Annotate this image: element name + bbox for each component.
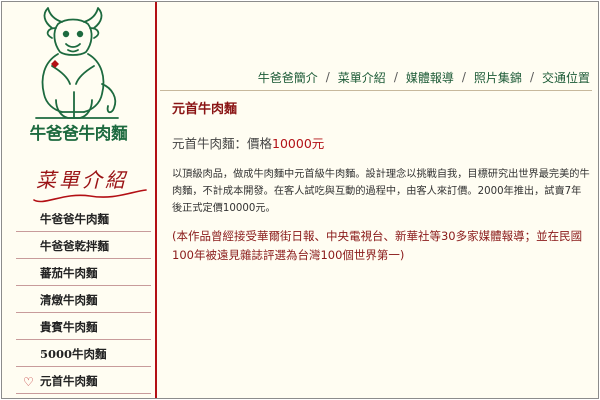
sidebar-item-niubaba-beef-noodle[interactable]: 牛爸爸牛肉麵 <box>16 207 151 232</box>
sidebar-item-label: 牛爸爸乾拌麵 <box>40 239 109 253</box>
sidebar: 牛爸爸牛肉麵 菜單介紹 牛爸爸牛肉麵 牛爸爸乾拌麵 蕃茄牛肉麵 清燉牛肉麵 貴賓… <box>2 2 157 398</box>
page-frame: 牛爸爸牛肉麵 菜單介紹 牛爸爸牛肉麵 牛爸爸乾拌麵 蕃茄牛肉麵 清燉牛肉麵 貴賓… <box>1 1 599 399</box>
press-note: (本作品曾經接受華爾街日報、中央電視台、新華社等30多家媒體報導；並在民國100… <box>172 229 583 263</box>
menu-section-heading: 菜單介紹 <box>30 164 150 204</box>
nav-item-photos[interactable]: 照片集錦 <box>474 69 522 86</box>
nav-item-about[interactable]: 牛爸爸簡介 <box>258 69 318 86</box>
sidebar-item-vip-beef-noodle[interactable]: 貴賓牛肉麵 <box>16 315 151 340</box>
nav-separator: / <box>325 70 330 84</box>
price-line: 元首牛肉麵：價格10000元 <box>172 133 590 152</box>
bull-logo-icon <box>35 7 119 119</box>
active-bullet-icon: ♡ <box>23 375 34 389</box>
sidebar-item-label: 蕃茄牛肉麵 <box>40 266 98 280</box>
nav-separator: / <box>461 70 466 84</box>
price-value: 10000元 <box>272 136 325 151</box>
sidebar-item-5000-beef-noodle[interactable]: 5000牛肉麵 <box>16 342 151 367</box>
product-description: 以頂級肉品，做成牛肉麵中元首級牛肉麵。設計理念以挑戰自我，目標研究出世界最完美的… <box>172 169 590 214</box>
price-label: 元首牛肉麵：價格 <box>172 136 273 151</box>
nav-item-menu[interactable]: 菜單介紹 <box>338 69 386 86</box>
nav-separator: / <box>393 70 398 84</box>
brand-logo[interactable]: 牛爸爸牛肉麵 <box>2 2 155 152</box>
main-content: 元首牛肉麵 元首牛肉麵：價格10000元 以頂級肉品，做成牛肉麵中元首級牛肉麵。… <box>172 98 590 277</box>
sidebar-item-label: 元首牛肉麵 <box>40 374 98 388</box>
nav-item-media[interactable]: 媒體報導 <box>406 69 454 86</box>
page-title: 元首牛肉麵 <box>172 102 238 117</box>
nav-separator: / <box>529 70 534 84</box>
sidebar-item-tomato-beef-noodle[interactable]: 蕃茄牛肉麵 <box>16 261 151 286</box>
nav-item-location[interactable]: 交通位置 <box>542 69 590 86</box>
nav-divider <box>160 90 592 91</box>
sidebar-item-niubaba-dry-noodle[interactable]: 牛爸爸乾拌麵 <box>16 234 151 259</box>
sidebar-item-label: 牛爸爸牛肉麵 <box>40 212 109 226</box>
sidebar-menu: 牛爸爸牛肉麵 牛爸爸乾拌麵 蕃茄牛肉麵 清燉牛肉麵 貴賓牛肉麵 5000牛肉麵 … <box>16 207 151 396</box>
sidebar-item-label: 清燉牛肉麵 <box>40 293 98 307</box>
sidebar-item-label: 5000牛肉麵 <box>40 347 107 361</box>
brand-name: 牛爸爸牛肉麵 <box>29 124 128 143</box>
swoosh-icon <box>33 189 147 203</box>
sidebar-item-president-beef-noodle[interactable]: ♡ 元首牛肉麵 <box>16 369 151 394</box>
top-nav: 牛爸爸簡介 / 菜單介紹 / 媒體報導 / 照片集錦 / 交通位置 <box>157 66 598 88</box>
sidebar-item-clear-stew-beef-noodle[interactable]: 清燉牛肉麵 <box>16 288 151 313</box>
sidebar-item-label: 貴賓牛肉麵 <box>40 320 98 334</box>
